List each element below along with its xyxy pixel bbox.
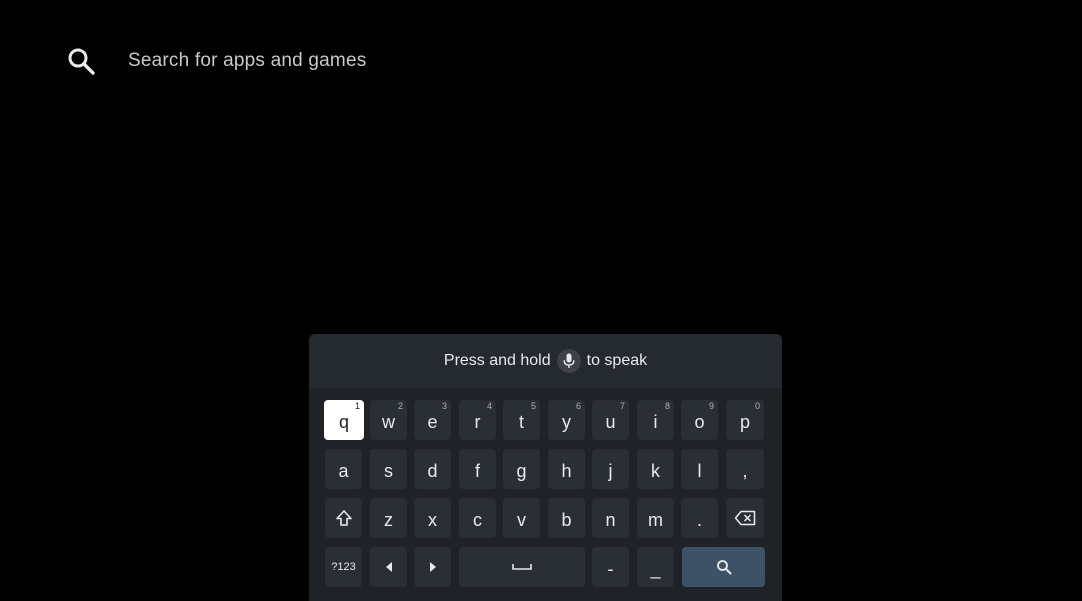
key-label: w xyxy=(382,411,395,432)
key-alt-number: 3 xyxy=(441,401,447,411)
cursor-left-key[interactable] xyxy=(370,547,407,587)
search-bar[interactable]: Search for apps and games xyxy=(64,44,366,78)
key-q[interactable]: q 1 xyxy=(324,400,364,440)
key-label: k xyxy=(651,460,660,481)
voice-hint: Press and hold to speak xyxy=(309,334,782,388)
key-label: p xyxy=(739,411,750,432)
key-n[interactable]: n xyxy=(592,498,629,538)
key-comma[interactable]: , xyxy=(726,449,764,489)
key-label: x xyxy=(428,509,437,530)
space-icon xyxy=(512,563,532,571)
key-alt-number: 2 xyxy=(397,401,403,411)
key-k[interactable]: k xyxy=(637,449,674,489)
key-m[interactable]: m xyxy=(637,498,674,538)
backspace-key[interactable] xyxy=(726,498,764,538)
key-a[interactable]: a xyxy=(325,449,362,489)
key-label: ?123 xyxy=(331,561,356,573)
key-label: j xyxy=(608,460,613,481)
key-l[interactable]: l xyxy=(681,449,718,489)
key-i[interactable]: i 8 xyxy=(637,400,674,440)
voice-hint-text-before: Press and hold xyxy=(443,352,551,369)
shift-key[interactable] xyxy=(325,498,362,538)
key-label: _ xyxy=(650,558,661,579)
key-z[interactable]: z xyxy=(370,498,407,538)
key-p[interactable]: p 0 xyxy=(726,400,764,440)
key-g[interactable]: g xyxy=(503,449,540,489)
key-label: t xyxy=(518,411,524,432)
key-label: u xyxy=(605,411,616,432)
key-e[interactable]: e 3 xyxy=(414,400,451,440)
key-label: y xyxy=(562,411,571,432)
key-h[interactable]: h xyxy=(548,449,585,489)
search-icon xyxy=(716,559,732,575)
key-label: a xyxy=(338,460,349,481)
key-alt-number: 7 xyxy=(619,401,625,411)
symbols-key[interactable]: ?123 xyxy=(325,547,362,587)
key-label: e xyxy=(427,411,438,432)
key-c[interactable]: c xyxy=(459,498,496,538)
key-alt-number: 9 xyxy=(708,401,714,411)
key-alt-number: 5 xyxy=(530,401,536,411)
key-underscore[interactable]: _ xyxy=(637,547,674,587)
key-label: c xyxy=(473,509,482,530)
key-alt-number: 1 xyxy=(354,401,360,411)
key-y[interactable]: y 6 xyxy=(548,400,585,440)
shift-icon xyxy=(335,509,353,527)
key-w[interactable]: w 2 xyxy=(370,400,407,440)
key-label: b xyxy=(561,509,572,530)
key-d[interactable]: d xyxy=(414,449,451,489)
key-label: o xyxy=(694,411,705,432)
key-s[interactable]: s xyxy=(370,449,407,489)
key-v[interactable]: v xyxy=(503,498,540,538)
key-t[interactable]: t 5 xyxy=(503,400,540,440)
search-input[interactable]: Search for apps and games xyxy=(128,50,366,72)
key-label: n xyxy=(605,509,616,530)
arrow-right-icon xyxy=(429,562,437,572)
key-label: r xyxy=(474,411,481,432)
backspace-icon xyxy=(734,510,756,526)
cursor-right-key[interactable] xyxy=(414,547,451,587)
key-label: z xyxy=(384,509,393,530)
key-label: h xyxy=(561,460,572,481)
voice-hint-text-after: to speak xyxy=(586,352,648,369)
key-o[interactable]: o 9 xyxy=(681,400,718,440)
key-label: i xyxy=(653,411,658,432)
key-label: s xyxy=(384,460,393,481)
key-alt-number: 4 xyxy=(486,401,492,411)
key-j[interactable]: j xyxy=(592,449,629,489)
search-key[interactable] xyxy=(682,547,765,587)
key-label: g xyxy=(516,460,527,481)
key-label: q xyxy=(338,411,349,432)
key-label: l xyxy=(697,460,702,481)
key-x[interactable]: x xyxy=(414,498,451,538)
key-u[interactable]: u 7 xyxy=(592,400,629,440)
on-screen-keyboard: Press and hold to speak q 1 w 2 e 3 r 4 … xyxy=(309,334,782,601)
key-label: m xyxy=(648,509,663,530)
arrow-left-icon xyxy=(385,562,393,572)
key-r[interactable]: r 4 xyxy=(459,400,496,440)
key-b[interactable]: b xyxy=(548,498,585,538)
key-f[interactable]: f xyxy=(459,449,496,489)
key-label: d xyxy=(427,460,438,481)
key-label: , xyxy=(742,460,748,481)
key-label: . xyxy=(696,509,702,530)
space-key[interactable] xyxy=(459,547,585,587)
key-label: - xyxy=(607,558,614,579)
key-alt-number: 8 xyxy=(664,401,670,411)
key-alt-number: 6 xyxy=(575,401,581,411)
key-alt-number: 0 xyxy=(754,401,760,411)
mic-icon xyxy=(556,349,581,373)
key-dash[interactable]: - xyxy=(592,547,629,587)
key-label: f xyxy=(474,460,480,481)
key-label: v xyxy=(517,509,526,530)
search-icon xyxy=(64,44,98,78)
key-period[interactable]: . xyxy=(681,498,718,538)
